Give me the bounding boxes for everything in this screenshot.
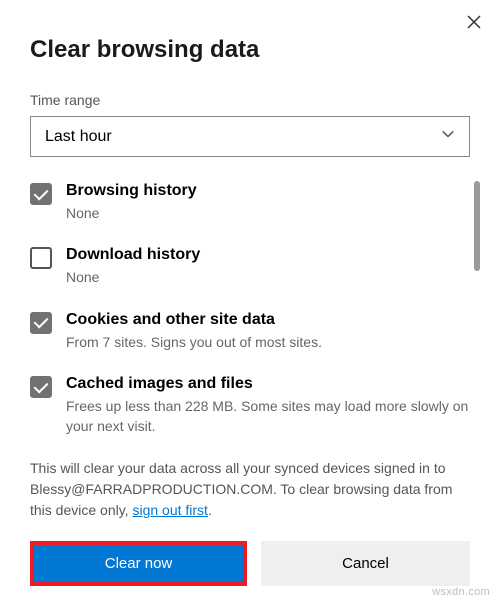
scrollbar[interactable] [474,181,480,271]
clear-now-highlight: Clear now [30,541,247,586]
checkbox-browsing-history[interactable] [30,183,52,205]
option-title: Browsing history [66,181,470,202]
time-range-value: Last hour [45,128,112,146]
chevron-down-icon [441,127,455,146]
option-desc: None [66,204,470,224]
option-download-history: Download history None [30,245,470,287]
button-row: Clear now Cancel [30,541,470,586]
option-desc: None [66,268,470,288]
options-list: Browsing history None Download history N… [30,181,470,436]
option-browsing-history: Browsing history None [30,181,470,223]
dialog-title: Clear browsing data [30,36,470,64]
option-desc: Frees up less than 228 MB. Some sites ma… [66,397,470,436]
option-title: Cached images and files [66,374,470,395]
option-title: Download history [66,245,470,266]
time-range-dropdown[interactable]: Last hour [30,116,470,157]
option-cookies: Cookies and other site data From 7 sites… [30,310,470,352]
footer-note: This will clear your data across all you… [30,458,470,521]
checkbox-cookies[interactable] [30,312,52,334]
option-desc: From 7 sites. Signs you out of most site… [66,333,470,353]
sign-out-link[interactable]: sign out first [132,502,207,518]
clear-now-button[interactable]: Clear now [34,545,243,582]
watermark: wsxdn.com [432,586,490,598]
time-range-label: Time range [30,92,470,108]
option-title: Cookies and other site data [66,310,470,331]
close-icon[interactable] [462,10,486,39]
footer-note-text: This will clear your data across all you… [30,460,452,518]
checkbox-download-history[interactable] [30,247,52,269]
cancel-button[interactable]: Cancel [261,541,470,586]
option-cached: Cached images and files Frees up less th… [30,374,470,436]
footer-note-post: . [208,502,212,518]
checkbox-cached[interactable] [30,376,52,398]
